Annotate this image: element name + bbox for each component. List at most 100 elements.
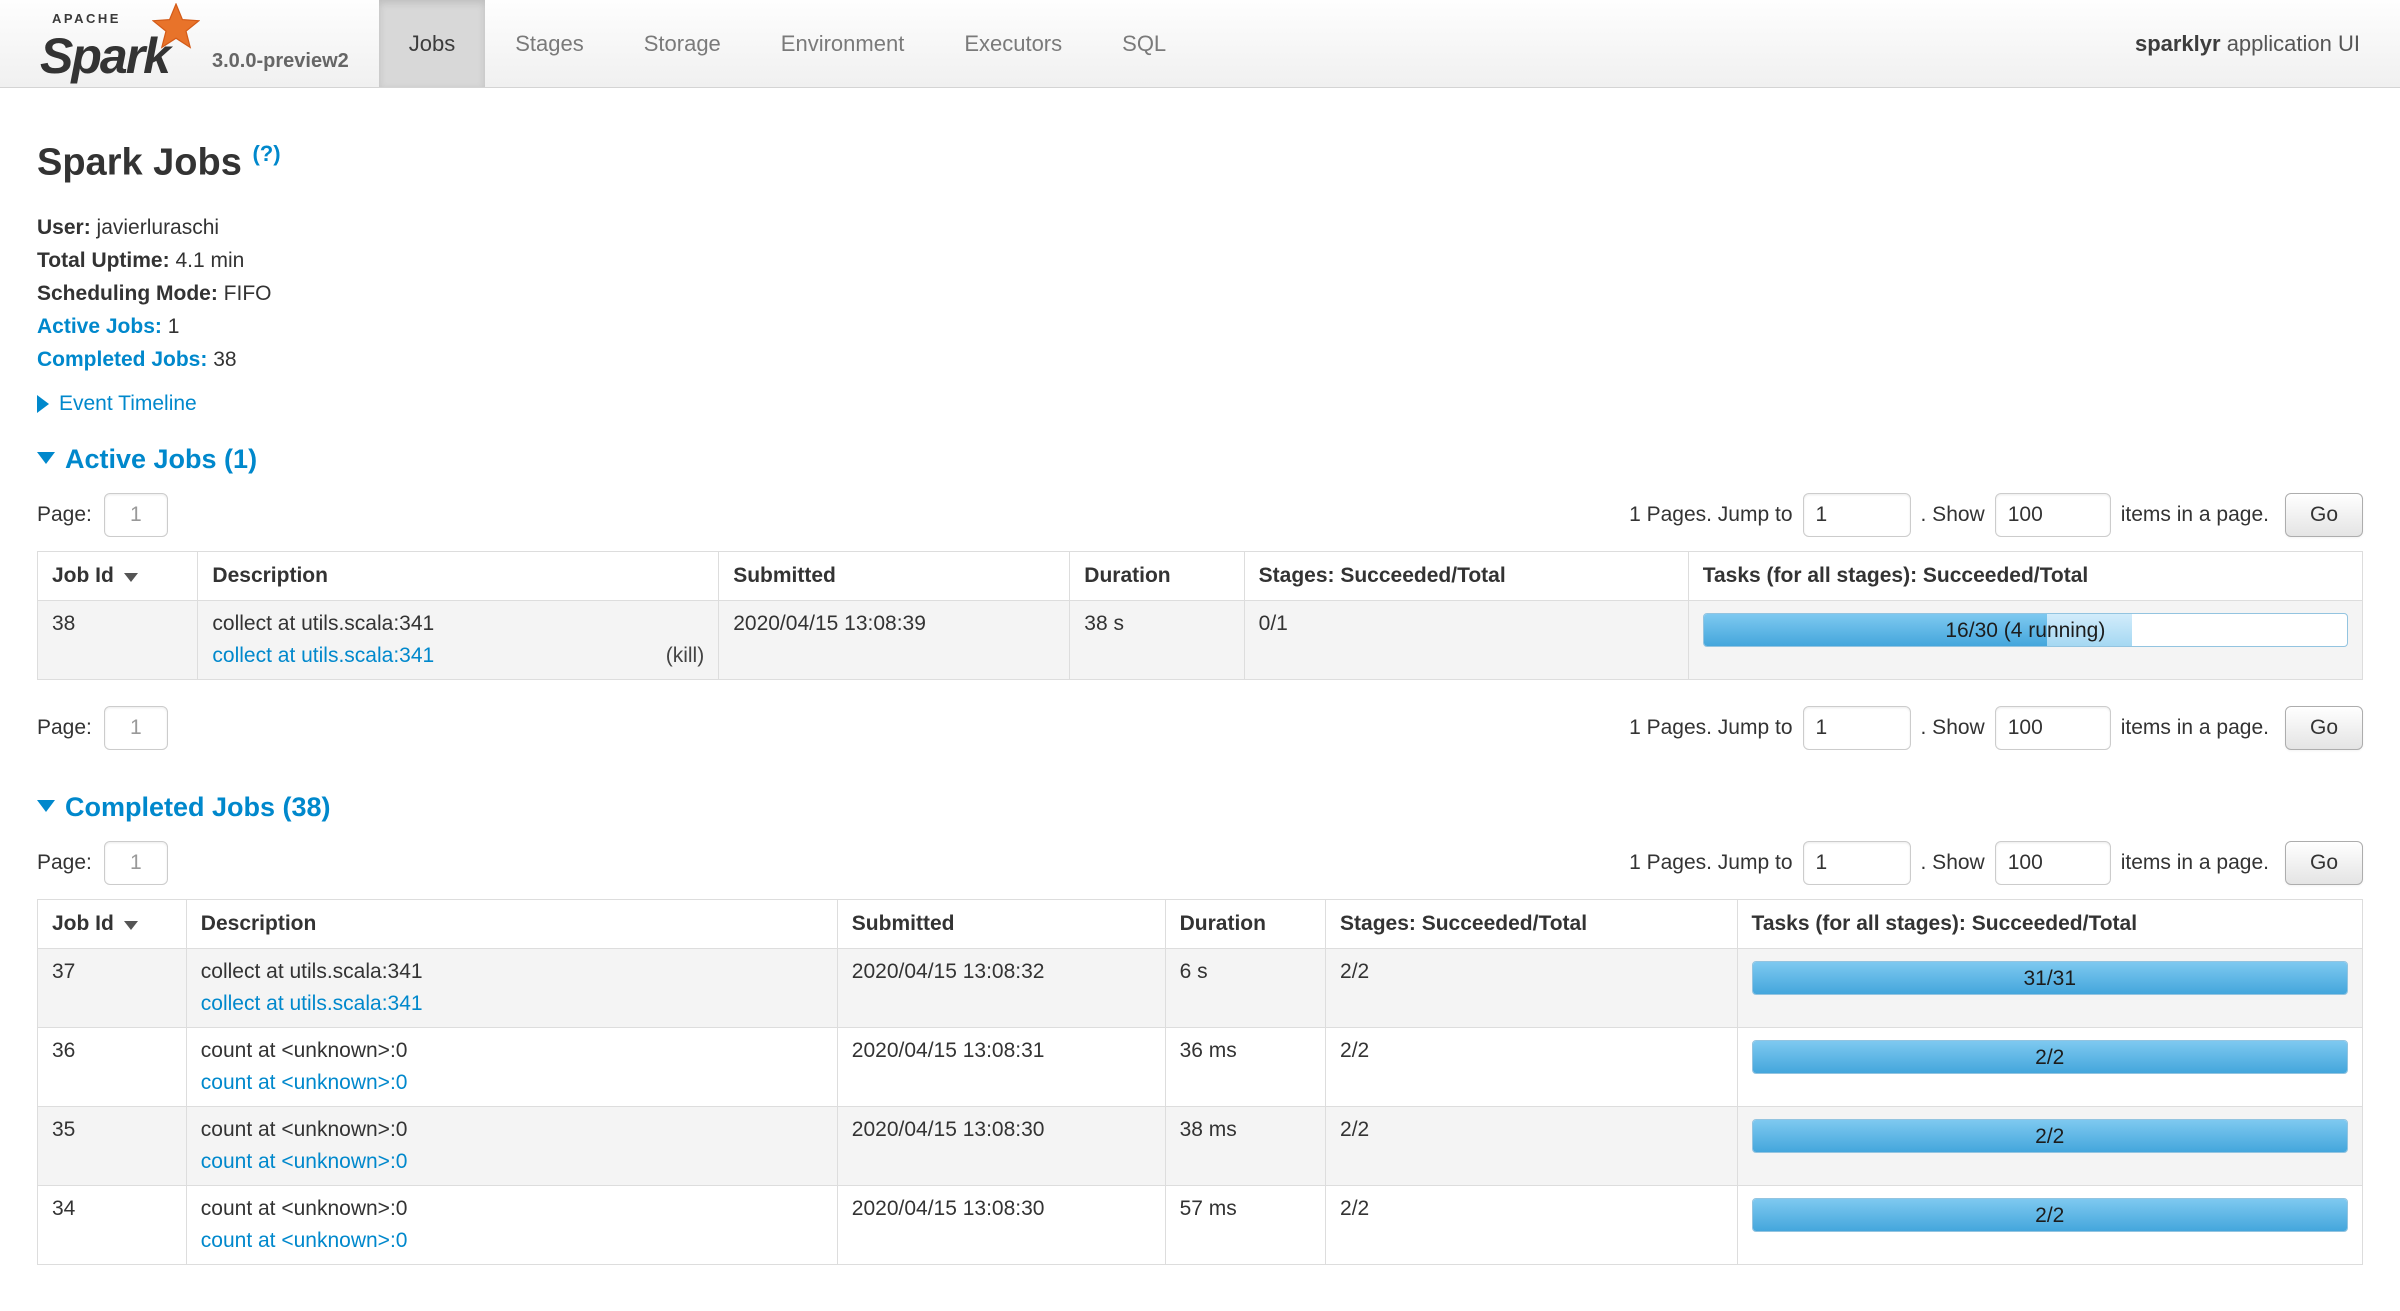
kill-link[interactable]: (kill) [666,644,704,668]
stages-cell: 2/2 [1326,1185,1738,1264]
stages-cell: 2/2 [1326,948,1738,1027]
duration-cell: 38 s [1070,600,1244,679]
summary-line: Total Uptime: 4.1 min [37,244,2363,277]
summary-value: javierluraschi [91,216,219,239]
progress-label: 2/2 [1753,1199,2347,1231]
stage-link[interactable]: count at <unknown>:0 [201,1150,408,1174]
tasks-cell: 2/2 [1737,1027,2362,1106]
spark-label: Spark [40,31,169,81]
expand-arrow-icon [37,395,49,413]
summary-value: 4.1 min [170,249,245,272]
active-table-head: Job IdDescriptionSubmittedDurationStages… [38,551,2363,600]
task-progress-bar: 2/2 [1752,1198,2348,1232]
show-text: . Show [1921,503,1985,527]
page-label: Page: [37,716,92,740]
page-number-input[interactable] [104,706,168,750]
job-description-sub: count at <unknown>:0 [201,1071,823,1095]
page-size-input[interactable] [1995,493,2111,537]
go-button[interactable]: Go [2285,493,2363,537]
summary-line: Active Jobs: 1 [37,310,2363,343]
summary-link-label[interactable]: Active Jobs: [37,315,162,338]
help-link[interactable]: (?) [252,141,280,166]
stage-link[interactable]: count at <unknown>:0 [201,1229,408,1253]
tab-executors[interactable]: Executors [934,0,1092,87]
sort-descending-icon [124,573,138,582]
items-text: items in a page. [2121,716,2269,740]
active-jobs-section-toggle[interactable]: Active Jobs (1) [37,444,2363,475]
completed-jobs-title: Completed Jobs (38) [65,792,331,823]
go-button[interactable]: Go [2285,706,2363,750]
tab-jobs[interactable]: Jobs [379,0,485,87]
tab-sql[interactable]: SQL [1092,0,1196,87]
column-header-job-id[interactable]: Job Id [38,551,198,600]
summary-value: FIFO [218,282,272,305]
stage-link[interactable]: count at <unknown>:0 [201,1071,408,1095]
job-row-35: 35count at <unknown>:0count at <unknown>… [38,1106,2363,1185]
show-text: . Show [1921,716,1985,740]
submitted-cell: 2020/04/15 13:08:30 [837,1106,1165,1185]
column-header-tasks[interactable]: Tasks (for all stages): Succeeded/Total [1688,551,2362,600]
tab-storage[interactable]: Storage [614,0,751,87]
column-header-tasks[interactable]: Tasks (for all stages): Succeeded/Total [1737,899,2362,948]
summary-link-label[interactable]: Completed Jobs: [37,348,207,371]
apache-label: APACHE [52,11,121,26]
column-header-job-id[interactable]: Job Id [38,899,187,948]
tab-stages[interactable]: Stages [485,0,614,87]
column-header-description[interactable]: Description [198,551,719,600]
job-description: collect at utils.scala:341 [212,612,704,636]
stages-cell: 0/1 [1244,600,1688,679]
spark-star-icon [152,3,200,51]
job-description-sub: collect at utils.scala:341 [201,992,823,1016]
nav-tabs: JobsStagesStorageEnvironmentExecutorsSQL [379,0,1196,87]
active-jobs-table: Job IdDescriptionSubmittedDurationStages… [37,551,2363,680]
job-description: count at <unknown>:0 [201,1039,823,1063]
job-description: count at <unknown>:0 [201,1118,823,1142]
page-number-input[interactable] [104,841,168,885]
task-progress-bar: 2/2 [1752,1040,2348,1074]
app-title: sparklyr application UI [2135,31,2360,57]
summary-line: User: javierluraschi [37,211,2363,244]
column-header-stages[interactable]: Stages: Succeeded/Total [1326,899,1738,948]
tasks-cell: 31/31 [1737,948,2362,1027]
summary-line: Scheduling Mode: FIFO [37,277,2363,310]
column-header-duration[interactable]: Duration [1165,899,1325,948]
stages-cell: 2/2 [1326,1106,1738,1185]
items-text: items in a page. [2121,503,2269,527]
column-header-submitted[interactable]: Submitted [837,899,1165,948]
summary-label: Scheduling Mode: [37,282,218,305]
description-cell: count at <unknown>:0count at <unknown>:0 [186,1185,837,1264]
summary-label: User: [37,216,91,239]
pages-jump-text: 1 Pages. Jump to [1629,716,1792,740]
spark-logo[interactable]: APACHE Spark [40,7,198,79]
duration-cell: 6 s [1165,948,1325,1027]
stage-link[interactable]: collect at utils.scala:341 [212,644,434,668]
jump-to-input[interactable] [1803,841,1911,885]
column-header-submitted[interactable]: Submitted [719,551,1070,600]
active-jobs-title: Active Jobs (1) [65,444,257,475]
task-progress-bar: 16/30 (4 running) [1703,613,2348,647]
job-row-37: 37collect at utils.scala:341collect at u… [38,948,2363,1027]
jump-to-input[interactable] [1803,493,1911,537]
tab-environment[interactable]: Environment [751,0,935,87]
page-size-input[interactable] [1995,841,2111,885]
jump-to-input[interactable] [1803,706,1911,750]
page-content: Spark Jobs (?) User: javierluraschiTotal… [0,132,2400,1265]
show-text: . Show [1921,851,1985,875]
stage-link[interactable]: collect at utils.scala:341 [201,992,423,1016]
page-number-input[interactable] [104,493,168,537]
page-size-input[interactable] [1995,706,2111,750]
event-timeline-toggle[interactable]: Event Timeline [37,392,2363,416]
column-header-description[interactable]: Description [186,899,837,948]
tasks-cell: 2/2 [1737,1185,2362,1264]
page-title: Spark Jobs (?) [37,132,2363,185]
column-header-duration[interactable]: Duration [1070,551,1244,600]
items-text: items in a page. [2121,851,2269,875]
job-description: collect at utils.scala:341 [201,960,823,984]
description-cell: collect at utils.scala:341 collect at uti… [198,600,719,679]
column-header-stages[interactable]: Stages: Succeeded/Total [1244,551,1688,600]
go-button[interactable]: Go [2285,841,2363,885]
job-description-sub: count at <unknown>:0 [201,1229,823,1253]
completed-jobs-section-toggle[interactable]: Completed Jobs (38) [37,792,2363,823]
job-row-36: 36count at <unknown>:0count at <unknown>… [38,1027,2363,1106]
page-label: Page: [37,851,92,875]
